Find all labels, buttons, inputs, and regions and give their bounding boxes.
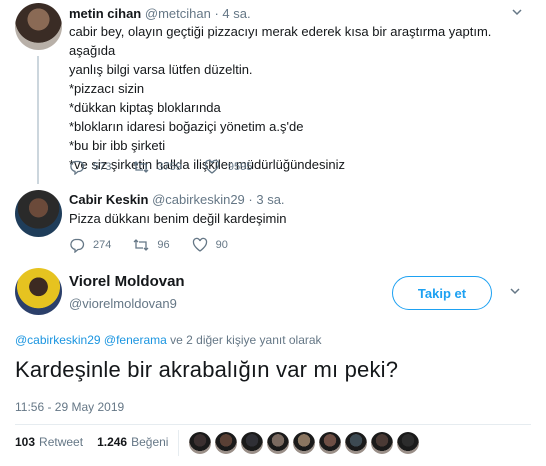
reply-icon: [70, 238, 85, 253]
reply-button[interactable]: 573: [69, 159, 111, 175]
like-count: 9595: [227, 161, 253, 173]
author-name[interactable]: Viorel Moldovan: [69, 273, 185, 290]
liker-avatar[interactable]: [189, 432, 211, 454]
author-name[interactable]: Cabir Keskin: [69, 192, 148, 207]
retweet-count: 3759: [157, 161, 182, 173]
liker-avatar[interactable]: [215, 432, 237, 454]
tweet-header: Cabir Keskin @cabirkeskin29 · 3 sa.: [69, 192, 285, 207]
mention-link[interactable]: @cabirkeskin29: [15, 333, 101, 347]
tweet-line: yanlış bilgi varsa lütfen düzeltin.: [69, 62, 253, 77]
liker-avatar[interactable]: [241, 432, 263, 454]
tweet-text: cabir bey, olayın geçtiği pizzacıyı mera…: [69, 22, 519, 174]
retweet-icon: [133, 239, 149, 251]
likers-avatars: [189, 432, 423, 454]
tweet-time[interactable]: · 3 sa.: [248, 192, 284, 207]
timestamp[interactable]: 11:56 - 29 May 2019: [15, 400, 124, 414]
retweet-stat-count: 103: [15, 435, 36, 449]
liker-avatar[interactable]: [293, 432, 315, 454]
tweet-header: metin cihan @metcihan · 4 sa.: [69, 6, 251, 21]
author-name[interactable]: metin cihan: [69, 6, 141, 21]
avatar[interactable]: [15, 190, 62, 237]
retweet-button[interactable]: 3759: [133, 159, 182, 175]
retweet-icon: [133, 161, 149, 173]
heart-icon: [192, 237, 207, 252]
like-button[interactable]: 9595: [204, 159, 252, 175]
divider: [178, 430, 179, 456]
tweet-line: *blokların idaresi boğaziçi yönetim a.ş'…: [69, 119, 304, 134]
liker-avatar[interactable]: [371, 432, 393, 454]
mention-link[interactable]: @fenerama: [104, 333, 167, 347]
reply-icon: [70, 160, 85, 175]
like-stat[interactable]: 1.246 Beğeni: [97, 435, 168, 449]
follow-button[interactable]: Takip et: [392, 276, 492, 310]
tweet-time[interactable]: · 4 sa.: [214, 6, 250, 21]
retweet-button[interactable]: 96: [133, 237, 170, 253]
like-button[interactable]: 90: [192, 237, 228, 253]
heart-icon: [204, 159, 219, 174]
main-tweet-text: Kardeşinle bir akrabalığın var mı peki?: [15, 357, 399, 382]
avatar[interactable]: [15, 3, 62, 50]
liker-avatar[interactable]: [319, 432, 341, 454]
tweet-actions: 274 96 90: [69, 236, 250, 254]
tweet-actions: 573 3759 9595: [69, 158, 274, 176]
retweet-count: 96: [157, 239, 170, 251]
author-handle[interactable]: @metcihan: [145, 6, 211, 21]
tweet-line: *pizzacı sizin: [69, 81, 145, 96]
divider: [15, 424, 531, 425]
tweet-line: Pizza dükkanı benim değil kardeşimin: [69, 211, 287, 226]
retweet-stat-label: Retweet: [39, 435, 84, 449]
chevron-down-icon[interactable]: [506, 285, 524, 303]
liker-avatar[interactable]: [267, 432, 289, 454]
reply-count: 573: [93, 161, 112, 173]
like-stat-label: Beğeni: [131, 435, 169, 449]
like-count: 90: [215, 239, 228, 251]
tweet-text: Pizza dükkanı benim değil kardeşimin: [69, 209, 519, 228]
reply-context: @cabirkeskin29 @fenerama ve 2 diğer kişi…: [15, 333, 322, 347]
engagement-stats: 103 Retweet 1.246 Beğeni: [15, 435, 182, 449]
tweet-line: cabir bey, olayın geçtiği pizzacıyı mera…: [69, 24, 492, 58]
reply-context-text[interactable]: ve 2 diğer kişiye yanıt olarak: [170, 333, 321, 347]
author-handle[interactable]: @viorelmoldovan9: [69, 296, 177, 311]
author-handle[interactable]: @cabirkeskin29: [152, 192, 245, 207]
like-stat-count: 1.246: [97, 435, 128, 449]
liker-avatar[interactable]: [345, 432, 367, 454]
retweet-stat[interactable]: 103 Retweet: [15, 435, 83, 449]
avatar[interactable]: [15, 268, 62, 315]
reply-count: 274: [93, 239, 112, 251]
tweet-line: *dükkan kiptaş bloklarında: [69, 100, 221, 115]
thread-line: [37, 56, 39, 184]
reply-button[interactable]: 274: [69, 237, 111, 253]
tweet-line: *bu bir ibb şirketi: [69, 138, 166, 153]
liker-avatar[interactable]: [397, 432, 419, 454]
